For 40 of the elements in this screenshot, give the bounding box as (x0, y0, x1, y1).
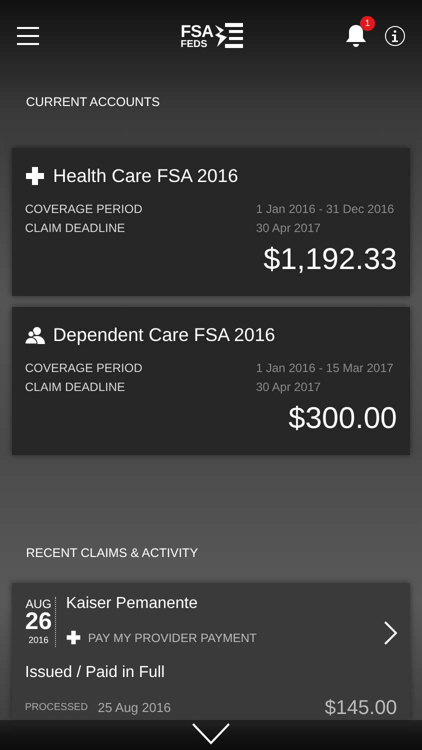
claim-status: Issued / Paid in Full (25, 662, 165, 682)
claim-amount: $145.00 (324, 696, 397, 720)
notifications-button[interactable] (344, 24, 369, 48)
bell-icon (344, 24, 367, 48)
date-day: 26 (25, 610, 52, 632)
chevron-right-icon (384, 620, 397, 644)
date-month: AUG (25, 596, 52, 610)
star-stripes-icon (215, 23, 244, 49)
cross-icon (66, 630, 81, 645)
balance-amount: $1,192.33 (264, 242, 397, 278)
cross-icon (25, 166, 45, 186)
field-value: 30 Apr 2017 (256, 220, 321, 236)
account-card[interactable]: Dependent Care FSA 2016 COVERAGE PERIOD 1 Jan 2016 - 15 Mar 2017 CLAIM DEADLINE 30 Apr 2017 $300.00 (12, 306, 410, 455)
info-button[interactable] (384, 26, 405, 46)
section-heading: RECENT CLAIMS & ACTIVITY (26, 544, 198, 562)
account-name: Dependent Care FSA 2016 (53, 322, 276, 347)
field-label: COVERAGE PERIOD (25, 202, 144, 216)
menu-button[interactable] (17, 27, 39, 45)
processed-date: 25 Aug 2016 (98, 698, 171, 717)
info-icon (390, 30, 399, 42)
account-name: Health Care FSA 2016 (53, 164, 238, 188)
scroll-down-button[interactable] (191, 722, 231, 746)
account-card[interactable]: Health Care FSA 2016 COVERAGE PERIOD 1 Jan 2016 - 31 Dec 2016 CLAIM DEADLINE 30 Apr 2017 $1,192.33 (12, 148, 410, 296)
field-value: 1 Jan 2016 - 15 Mar 2017 (256, 360, 394, 376)
payee-name: Kaiser Pemanente (66, 594, 199, 612)
chevron-down-icon (192, 723, 230, 745)
field-value: 30 Apr 2017 (256, 380, 321, 394)
date-year: 2016 (28, 634, 49, 646)
field-label: COVERAGE PERIOD (25, 360, 144, 376)
claim-type: PAY MY PROVIDER PAYMENT (88, 630, 257, 646)
field-value: 1 Jan 2016 - 31 Dec 2016 (256, 202, 394, 216)
logo-text: FSA (180, 22, 214, 40)
field-label: CLAIM DEADLINE (25, 380, 126, 394)
balance-amount: $300.00 (288, 400, 397, 436)
notification-badge: 1 (360, 16, 375, 31)
field-label: CLAIM DEADLINE (25, 220, 126, 236)
people-icon (25, 324, 45, 345)
processed-label: PROCESSED (25, 701, 88, 715)
logo-text: FEDS (180, 40, 208, 50)
section-heading: CURRENT ACCOUNTS (26, 94, 160, 111)
